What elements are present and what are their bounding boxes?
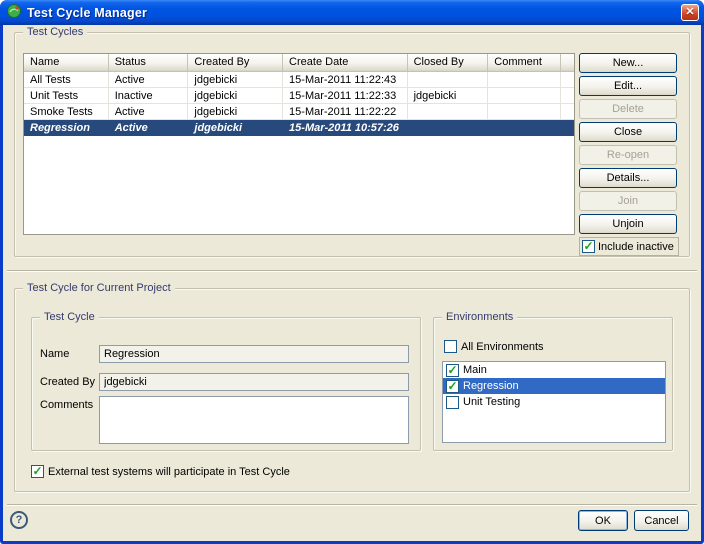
cell-comment — [488, 104, 561, 120]
environment-item[interactable]: Unit Testing — [443, 394, 665, 410]
checkbox-box: ✓ — [582, 240, 595, 253]
include-inactive-checkbox[interactable]: ✓ Include inactive — [579, 237, 679, 256]
cell-filler — [561, 120, 574, 136]
cell-filler — [561, 72, 574, 88]
column-header-create-date[interactable]: Create Date — [283, 54, 408, 72]
cell-comment — [488, 72, 561, 88]
created-by-field[interactable] — [99, 373, 409, 391]
current-project-group-label: Test Cycle for Current Project — [23, 281, 175, 295]
include-inactive-label: Include inactive — [598, 241, 674, 253]
cell-created-by: jdgebicki — [188, 120, 283, 136]
environments-group: Environments All Environments ✓ Main ✓ R… — [433, 317, 673, 451]
environments-list: ✓ Main ✓ Regression Unit Testing — [442, 361, 666, 443]
titlebar[interactable]: Test Cycle Manager ✕ — [0, 0, 704, 25]
environment-item[interactable]: ✓ Main — [443, 362, 665, 378]
checkbox-box[interactable]: ✓ — [446, 380, 459, 393]
cell-filler — [561, 104, 574, 120]
table-header-corner — [561, 54, 574, 72]
help-icon: ? — [16, 514, 23, 526]
reopen-button: Re-open — [579, 145, 677, 165]
all-environments-checkbox[interactable]: All Environments — [444, 340, 544, 353]
external-systems-label: External test systems will participate i… — [48, 466, 290, 478]
cell-created-by: jdgebicki — [188, 88, 283, 104]
delete-button: Delete — [579, 99, 677, 119]
footer-divider — [7, 504, 697, 506]
cell-comment — [488, 88, 561, 104]
table-row[interactable]: Smoke Tests Active jdgebicki 15-Mar-2011… — [24, 104, 574, 120]
cell-status: Inactive — [109, 88, 189, 104]
all-environments-label: All Environments — [461, 341, 544, 353]
unjoin-button[interactable]: Unjoin — [579, 214, 677, 234]
cell-name: Unit Tests — [24, 88, 109, 104]
checkbox-box: ✓ — [31, 465, 44, 478]
column-header-name[interactable]: Name — [24, 54, 109, 72]
checkbox-box — [444, 340, 457, 353]
window-title: Test Cycle Manager — [27, 6, 681, 20]
dialog-body: Test Cycles Name Status Created By Creat… — [3, 25, 701, 541]
column-header-comment[interactable]: Comment — [488, 54, 561, 72]
join-button: Join — [579, 191, 677, 211]
cell-closed-by — [408, 120, 489, 136]
column-header-status[interactable]: Status — [109, 54, 189, 72]
new-button[interactable]: New... — [579, 53, 677, 73]
name-label: Name — [40, 348, 69, 360]
cell-create-date: 15-Mar-2011 11:22:33 — [283, 88, 408, 104]
test-cycle-detail-group: Test Cycle Name Created By Comments — [31, 317, 421, 451]
cell-created-by: jdgebicki — [188, 72, 283, 88]
environments-group-label: Environments — [442, 310, 517, 324]
test-cycles-group: Test Cycles Name Status Created By Creat… — [14, 32, 690, 257]
cell-closed-by — [408, 104, 489, 120]
check-icon: ✓ — [583, 241, 593, 251]
comments-label: Comments — [40, 399, 93, 411]
cell-name: All Tests — [24, 72, 109, 88]
environment-label: Unit Testing — [463, 396, 520, 408]
table-row[interactable]: Unit Tests Inactive jdgebicki 15-Mar-201… — [24, 88, 574, 104]
column-header-created-by[interactable]: Created By — [188, 54, 283, 72]
environment-label: Main — [463, 364, 487, 376]
cancel-button[interactable]: Cancel — [634, 510, 689, 531]
test-cycles-table: Name Status Created By Create Date Close… — [23, 53, 575, 235]
table-row[interactable]: All Tests Active jdgebicki 15-Mar-2011 1… — [24, 72, 574, 88]
close-cycle-button[interactable]: Close — [579, 122, 677, 142]
check-icon: ✓ — [447, 381, 457, 391]
app-icon — [6, 3, 22, 22]
environment-label: Regression — [463, 380, 519, 392]
current-project-group: Test Cycle for Current Project Test Cycl… — [14, 288, 690, 492]
details-button[interactable]: Details... — [579, 168, 677, 188]
ok-button[interactable]: OK — [578, 510, 628, 531]
help-button[interactable]: ? — [10, 511, 28, 529]
cell-closed-by: jdgebicki — [408, 88, 489, 104]
test-cycle-detail-group-label: Test Cycle — [40, 310, 99, 324]
check-icon: ✓ — [447, 365, 457, 375]
checkbox-box[interactable]: ✓ — [446, 364, 459, 377]
cell-status: Active — [109, 120, 189, 136]
cell-filler — [561, 88, 574, 104]
cell-create-date: 15-Mar-2011 11:22:22 — [283, 104, 408, 120]
cell-name: Regression — [24, 120, 109, 136]
created-by-label: Created By — [40, 376, 95, 388]
check-icon: ✓ — [32, 466, 42, 476]
cell-create-date: 15-Mar-2011 11:22:43 — [283, 72, 408, 88]
edit-button[interactable]: Edit... — [579, 76, 677, 96]
name-field[interactable] — [99, 345, 409, 363]
table-row-selected[interactable]: Regression Active jdgebicki 15-Mar-2011 … — [24, 120, 574, 136]
column-header-closed-by[interactable]: Closed By — [408, 54, 489, 72]
checkbox-box[interactable] — [446, 396, 459, 409]
cell-status: Active — [109, 104, 189, 120]
cell-created-by: jdgebicki — [188, 104, 283, 120]
cell-name: Smoke Tests — [24, 104, 109, 120]
cell-status: Active — [109, 72, 189, 88]
cell-create-date: 15-Mar-2011 10:57:26 — [283, 120, 408, 136]
close-button[interactable]: ✕ — [681, 4, 699, 21]
test-cycle-manager-window: Test Cycle Manager ✕ Test Cycles Name St… — [0, 0, 704, 544]
environment-item-selected[interactable]: ✓ Regression — [443, 378, 665, 394]
table-header-row: Name Status Created By Create Date Close… — [24, 54, 574, 72]
comments-field[interactable] — [99, 396, 409, 444]
cell-comment — [488, 120, 561, 136]
external-systems-checkbox[interactable]: ✓ External test systems will participate… — [31, 465, 290, 478]
section-divider — [7, 270, 697, 272]
test-cycles-group-label: Test Cycles — [23, 25, 87, 39]
cell-closed-by — [408, 72, 489, 88]
